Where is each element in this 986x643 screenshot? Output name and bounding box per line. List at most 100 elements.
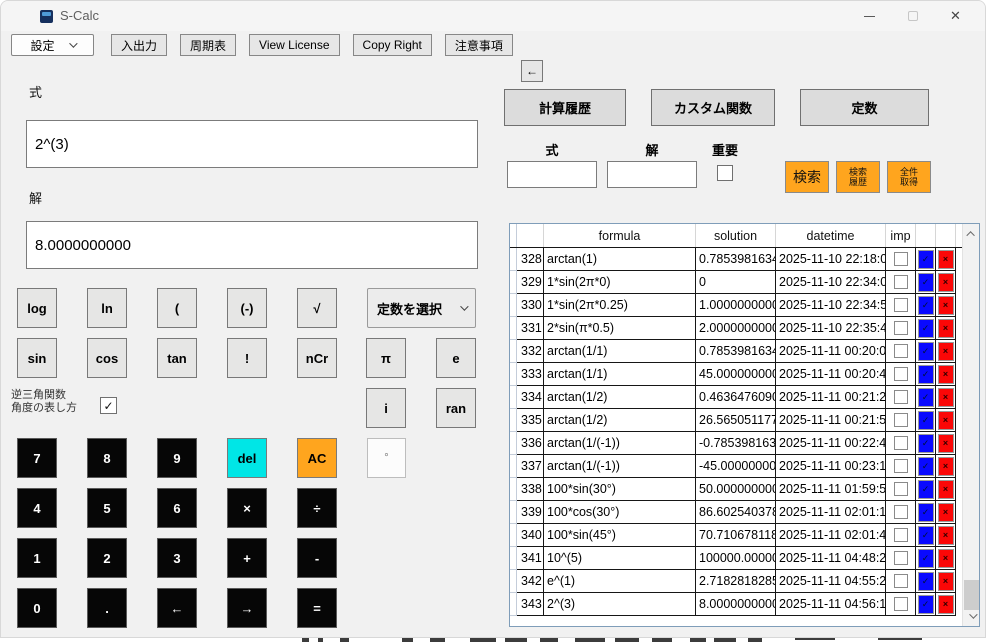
numpad-key[interactable]: del: [227, 438, 267, 478]
delete-row-button[interactable]: ×: [937, 318, 954, 338]
imp-checkbox[interactable]: [893, 367, 908, 381]
back-button[interactable]: ←: [521, 60, 543, 82]
numpad-key[interactable]: 9: [157, 438, 197, 478]
imp-checkbox[interactable]: [893, 482, 908, 496]
function-key[interactable]: log: [17, 288, 57, 328]
toolbar-button[interactable]: 周期表: [180, 34, 237, 56]
numpad-key[interactable]: -: [297, 538, 337, 578]
imp-checkbox[interactable]: [893, 528, 908, 542]
delete-row-button[interactable]: ×: [937, 295, 954, 315]
inverse-trig-checkbox[interactable]: ✓: [100, 397, 117, 414]
constant-key[interactable]: e: [436, 338, 476, 378]
apply-row-button[interactable]: ✓: [917, 341, 934, 361]
delete-row-button[interactable]: ×: [937, 502, 954, 522]
function-key[interactable]: sin: [17, 338, 57, 378]
delete-row-button[interactable]: ×: [937, 364, 954, 384]
constant-key[interactable]: ran: [436, 388, 476, 428]
numpad-key[interactable]: 8: [87, 438, 127, 478]
apply-row-button[interactable]: ✓: [917, 456, 934, 476]
imp-checkbox[interactable]: [893, 551, 908, 565]
apply-row-button[interactable]: ✓: [917, 433, 934, 453]
toolbar-button[interactable]: Copy Right: [352, 34, 432, 56]
formula-input[interactable]: [26, 120, 478, 168]
delete-row-button[interactable]: ×: [937, 548, 954, 568]
scroll-down-button[interactable]: [963, 608, 980, 624]
toolbar-button[interactable]: 入出力: [111, 34, 168, 56]
numpad-key[interactable]: 6: [157, 488, 197, 528]
degree-key[interactable]: °: [367, 438, 406, 478]
search-formula-input[interactable]: [507, 161, 597, 188]
delete-row-button[interactable]: ×: [937, 594, 954, 614]
numpad-key[interactable]: 1: [17, 538, 57, 578]
search-button[interactable]: 全件 取得: [887, 161, 931, 193]
constant-select-dropdown[interactable]: 定数を選択: [367, 288, 476, 328]
numpad-key[interactable]: 7: [17, 438, 57, 478]
numpad-key[interactable]: AC: [297, 438, 337, 478]
history-nav-button[interactable]: 計算履歴: [504, 89, 626, 126]
apply-row-button[interactable]: ✓: [917, 571, 934, 591]
numpad-key[interactable]: 0: [17, 588, 57, 628]
numpad-key[interactable]: .: [87, 588, 127, 628]
apply-row-button[interactable]: ✓: [917, 502, 934, 522]
numpad-key[interactable]: =: [297, 588, 337, 628]
function-key[interactable]: nCr: [297, 338, 337, 378]
function-key[interactable]: !: [227, 338, 267, 378]
imp-checkbox[interactable]: [893, 413, 908, 427]
table-scrollbar[interactable]: [962, 224, 979, 626]
delete-row-button[interactable]: ×: [937, 341, 954, 361]
numpad-key[interactable]: +: [227, 538, 267, 578]
delete-row-button[interactable]: ×: [937, 410, 954, 430]
imp-checkbox[interactable]: [893, 252, 908, 266]
search-solution-input[interactable]: [607, 161, 697, 188]
close-button[interactable]: ✕: [934, 1, 977, 31]
scroll-up-button[interactable]: [963, 226, 980, 242]
imp-checkbox[interactable]: [893, 505, 908, 519]
imp-checkbox[interactable]: [893, 321, 908, 335]
search-button[interactable]: 検索 履歴: [836, 161, 880, 193]
numpad-key[interactable]: 2: [87, 538, 127, 578]
constant-key[interactable]: π: [366, 338, 406, 378]
numpad-key[interactable]: →: [227, 588, 267, 628]
apply-row-button[interactable]: ✓: [917, 594, 934, 614]
imp-checkbox[interactable]: [893, 574, 908, 588]
function-key[interactable]: (: [157, 288, 197, 328]
apply-row-button[interactable]: ✓: [917, 548, 934, 568]
search-button[interactable]: 検索: [785, 161, 829, 193]
function-key[interactable]: cos: [87, 338, 127, 378]
numpad-key[interactable]: 3: [157, 538, 197, 578]
delete-row-button[interactable]: ×: [937, 571, 954, 591]
numpad-key[interactable]: 5: [87, 488, 127, 528]
delete-row-button[interactable]: ×: [937, 433, 954, 453]
function-key[interactable]: ln: [87, 288, 127, 328]
apply-row-button[interactable]: ✓: [917, 479, 934, 499]
imp-checkbox[interactable]: [893, 459, 908, 473]
scrollbar-thumb[interactable]: [964, 580, 979, 610]
imp-checkbox[interactable]: [893, 275, 908, 289]
solution-input[interactable]: [26, 221, 478, 269]
numpad-key[interactable]: 4: [17, 488, 57, 528]
delete-row-button[interactable]: ×: [937, 525, 954, 545]
imp-checkbox[interactable]: [893, 597, 908, 611]
settings-dropdown[interactable]: 設定: [11, 34, 94, 56]
apply-row-button[interactable]: ✓: [917, 387, 934, 407]
apply-row-button[interactable]: ✓: [917, 318, 934, 338]
maximize-button[interactable]: [891, 1, 934, 31]
toolbar-button[interactable]: 注意事項: [444, 34, 513, 56]
imp-checkbox[interactable]: [893, 436, 908, 450]
apply-row-button[interactable]: ✓: [917, 249, 934, 269]
imp-checkbox[interactable]: [893, 298, 908, 312]
numpad-key[interactable]: ÷: [297, 488, 337, 528]
numpad-key[interactable]: ×: [227, 488, 267, 528]
imp-checkbox[interactable]: [893, 390, 908, 404]
delete-row-button[interactable]: ×: [937, 249, 954, 269]
delete-row-button[interactable]: ×: [937, 479, 954, 499]
apply-row-button[interactable]: ✓: [917, 525, 934, 545]
delete-row-button[interactable]: ×: [937, 456, 954, 476]
history-nav-button[interactable]: 定数: [800, 89, 929, 126]
function-key[interactable]: (-): [227, 288, 267, 328]
function-key[interactable]: √: [297, 288, 337, 328]
delete-row-button[interactable]: ×: [937, 272, 954, 292]
apply-row-button[interactable]: ✓: [917, 410, 934, 430]
numpad-key[interactable]: ←: [157, 588, 197, 628]
constant-key[interactable]: i: [366, 388, 406, 428]
